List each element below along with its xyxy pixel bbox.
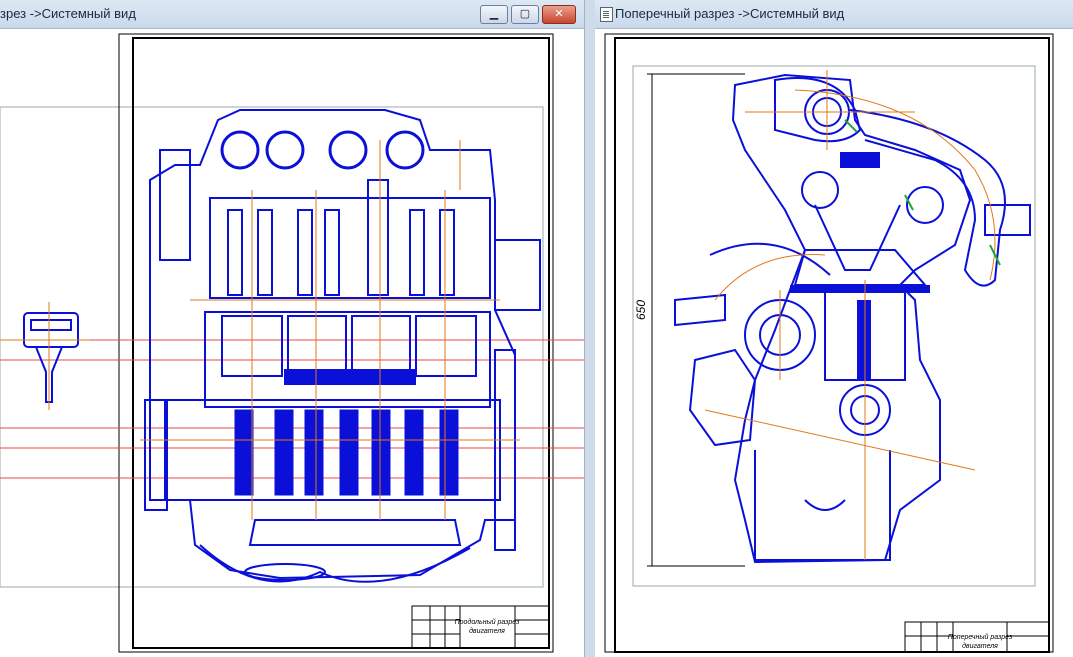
left-stamp-line2: двигателя [469,627,505,635]
maximize-button[interactable]: ▢ [511,5,539,24]
left-stamp-line1: Продольный разрез [455,618,521,626]
cross-centerlines [704,70,996,560]
left-titlebar[interactable]: зрез ->Системный вид ▁ ▢ ✕ [0,0,585,29]
camshaft-lobes [220,130,425,170]
left-title-block [411,605,550,649]
valve-part [23,312,79,403]
dimension-label: 650 [634,300,648,320]
longitudinal-section-drawing: Продольный разрез двигателя [0,33,585,653]
close-button[interactable]: ✕ [542,5,576,24]
right-drawing-canvas[interactable]: 650 Поперечный разрез двигателя [595,29,1073,657]
document-icon [600,7,613,22]
crankshaft [234,409,459,496]
engine-cross-section [674,73,1031,564]
minimize-button[interactable]: ▁ [480,5,508,24]
left-drawing-canvas[interactable]: Продольный разрез двигателя [0,29,585,657]
right-window-title: Поперечный разрез ->Системный вид [615,6,845,21]
right-drawing-window[interactable]: Поперечный разрез ->Системный вид 650 По… [595,0,1073,657]
cross-section-drawing: 650 Поперечный разрез двигателя [604,33,1054,653]
right-stamp-line1: Поперечный разрез [948,633,1013,641]
right-stamp-line2: двигателя [962,642,998,650]
right-titlebar[interactable]: Поперечный разрез ->Системный вид [595,0,1073,29]
pistons [221,315,477,385]
left-drawing-window[interactable]: зрез ->Системный вид ▁ ▢ ✕ Продольный ра… [0,0,585,657]
engine-longitudinal-section [144,109,541,583]
left-window-title: зрез ->Системный вид [0,6,136,21]
